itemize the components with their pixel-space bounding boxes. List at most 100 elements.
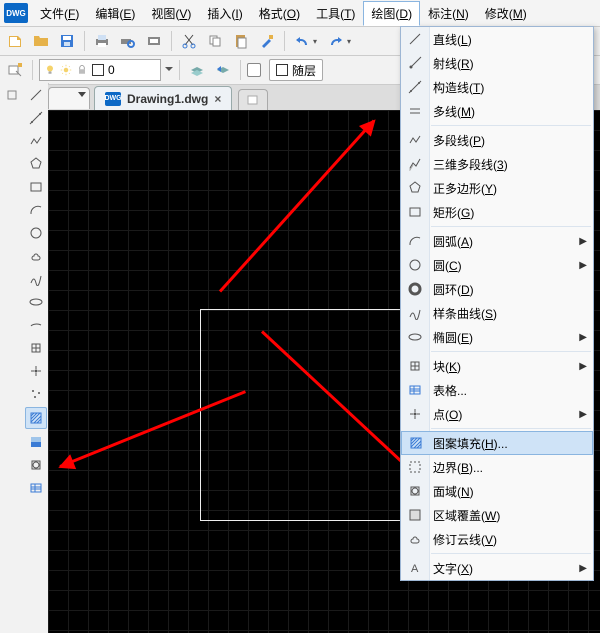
layerprops-icon[interactable]: [4, 59, 26, 81]
menu-item-rect[interactable]: 矩形(G): [401, 200, 593, 224]
menu-item-ray[interactable]: 射线(R): [401, 51, 593, 75]
menu-item-pline[interactable]: 多段线(P): [401, 128, 593, 152]
menu-item-label: 椭圆(E): [433, 329, 473, 346]
ellipsearc-tool-icon[interactable]: [26, 315, 46, 335]
menu-item-spline[interactable]: 样条曲线(S): [401, 301, 593, 325]
close-icon[interactable]: ×: [214, 92, 221, 106]
submenu-arrow-icon: ▶: [579, 260, 587, 271]
menu-d[interactable]: 绘图(D): [363, 1, 420, 26]
new-tab-button[interactable]: [238, 89, 268, 110]
menu-item-label: 多线(M): [433, 103, 475, 120]
wipeout-icon: [406, 506, 424, 524]
menu-item-arc[interactable]: 圆弧(A)▶: [401, 229, 593, 253]
copy-icon[interactable]: [204, 30, 226, 52]
layer-color-swatch: [92, 64, 104, 76]
printpreview-icon[interactable]: [117, 30, 139, 52]
menu-item-ellipse[interactable]: 椭圆(E)▶: [401, 325, 593, 349]
menu-item-label: 修订云线(V): [433, 531, 497, 548]
bylayer-button[interactable]: 随层: [269, 59, 323, 81]
line-tool-icon[interactable]: [26, 85, 46, 105]
submenu-arrow-icon: ▶: [579, 563, 587, 574]
menu-item-table[interactable]: 表格...: [401, 378, 593, 402]
layerprev-icon[interactable]: [212, 59, 234, 81]
menu-item-circle[interactable]: 圆(C)▶: [401, 253, 593, 277]
open-icon[interactable]: [30, 30, 52, 52]
menu-item-region[interactable]: 面域(N): [401, 479, 593, 503]
menu-item-donut[interactable]: 圆环(D): [401, 277, 593, 301]
arc-tool-icon[interactable]: [26, 200, 46, 220]
menu-n[interactable]: 标注(N): [420, 1, 477, 26]
layermatch-icon[interactable]: [186, 59, 208, 81]
donut-icon: [406, 280, 424, 298]
region-icon: [406, 482, 424, 500]
drawn-rectangle: [200, 309, 402, 521]
menu-item-label: 多段线(P): [433, 132, 485, 149]
tab-active[interactable]: DWG Drawing1.dwg ×: [94, 86, 232, 110]
undo-icon[interactable]: [291, 30, 313, 52]
xline-tool-icon[interactable]: [26, 108, 46, 128]
menu-item-hatch[interactable]: 图案填充(H)...: [401, 431, 593, 455]
redo-icon[interactable]: [325, 30, 347, 52]
toggle-empty-a[interactable]: [247, 63, 261, 77]
multipoint-tool-icon[interactable]: [26, 384, 46, 404]
menu-i[interactable]: 插入(I): [199, 1, 250, 26]
menu-item-wipeout[interactable]: 区域覆盖(W): [401, 503, 593, 527]
menu-e[interactable]: 编辑(E): [87, 1, 143, 26]
new-icon[interactable]: [4, 30, 26, 52]
menu-item-block[interactable]: 块(K)▶: [401, 354, 593, 378]
polygon-tool-icon[interactable]: [26, 154, 46, 174]
redo-dropdown-icon[interactable]: ▾: [347, 37, 355, 46]
left-strip-a: [0, 83, 25, 633]
ellipse-tool-icon[interactable]: [26, 292, 46, 312]
menu-o[interactable]: 格式(O): [251, 1, 308, 26]
menu-item-label: 矩形(G): [433, 204, 474, 221]
menu-v[interactable]: 视图(V): [143, 1, 199, 26]
sun-icon: [60, 64, 72, 76]
menu-t[interactable]: 工具(T): [308, 1, 363, 26]
menu-item-polygon[interactable]: 正多边形(Y): [401, 176, 593, 200]
menu-item-revcloud[interactable]: 修订云线(V): [401, 527, 593, 551]
menu-m[interactable]: 修改(M): [477, 1, 535, 26]
region-tool-icon[interactable]: [26, 455, 46, 475]
layer-selector[interactable]: 0: [39, 59, 161, 81]
rect-tool-icon[interactable]: [26, 177, 46, 197]
menu-item-label: 面域(N): [433, 483, 474, 500]
chevron-down-icon[interactable]: [165, 66, 173, 74]
bylayer-label: 随层: [292, 62, 316, 79]
paste-icon[interactable]: [230, 30, 252, 52]
tab-inactive[interactable]: [48, 87, 90, 109]
menu-item-label: 直线(L): [433, 31, 472, 48]
spline-tool-icon[interactable]: [26, 269, 46, 289]
point-icon: [406, 405, 424, 423]
mline-icon: [406, 102, 424, 120]
gradient-tool-icon[interactable]: [26, 432, 46, 452]
cut-icon[interactable]: [178, 30, 200, 52]
matchprop-icon[interactable]: [256, 30, 278, 52]
undo-dropdown-icon[interactable]: ▾: [313, 37, 321, 46]
menu-item-label: 圆弧(A): [433, 233, 473, 250]
table-tool-icon[interactable]: [26, 478, 46, 498]
plot-icon[interactable]: [143, 30, 165, 52]
menu-f[interactable]: 文件(F): [32, 1, 87, 26]
text-icon: A: [406, 559, 424, 577]
menu-item-xline[interactable]: 构造线(T): [401, 75, 593, 99]
save-icon[interactable]: [56, 30, 78, 52]
svg-text:A: A: [411, 563, 419, 575]
hatch-tool-icon[interactable]: [25, 407, 47, 429]
block-tool-icon[interactable]: [26, 338, 46, 358]
submenu-arrow-icon: ▶: [579, 361, 587, 372]
misc-a1-icon[interactable]: [2, 85, 22, 105]
tab-title: Drawing1.dwg: [127, 92, 208, 106]
point-tool-icon[interactable]: [26, 361, 46, 381]
menu-item-pline3d[interactable]: 三维多段线(3): [401, 152, 593, 176]
revcloud-tool-icon[interactable]: [26, 246, 46, 266]
circle-tool-icon[interactable]: [26, 223, 46, 243]
print-icon[interactable]: [91, 30, 113, 52]
tab-dropdown-icon[interactable]: [78, 92, 86, 97]
menu-item-point[interactable]: 点(O)▶: [401, 402, 593, 426]
menu-item-text[interactable]: A文字(X)▶: [401, 556, 593, 580]
menu-item-boundary[interactable]: 边界(B)...: [401, 455, 593, 479]
pline-tool-icon[interactable]: [26, 131, 46, 151]
menu-item-line[interactable]: 直线(L): [401, 27, 593, 51]
menu-item-mline[interactable]: 多线(M): [401, 99, 593, 123]
